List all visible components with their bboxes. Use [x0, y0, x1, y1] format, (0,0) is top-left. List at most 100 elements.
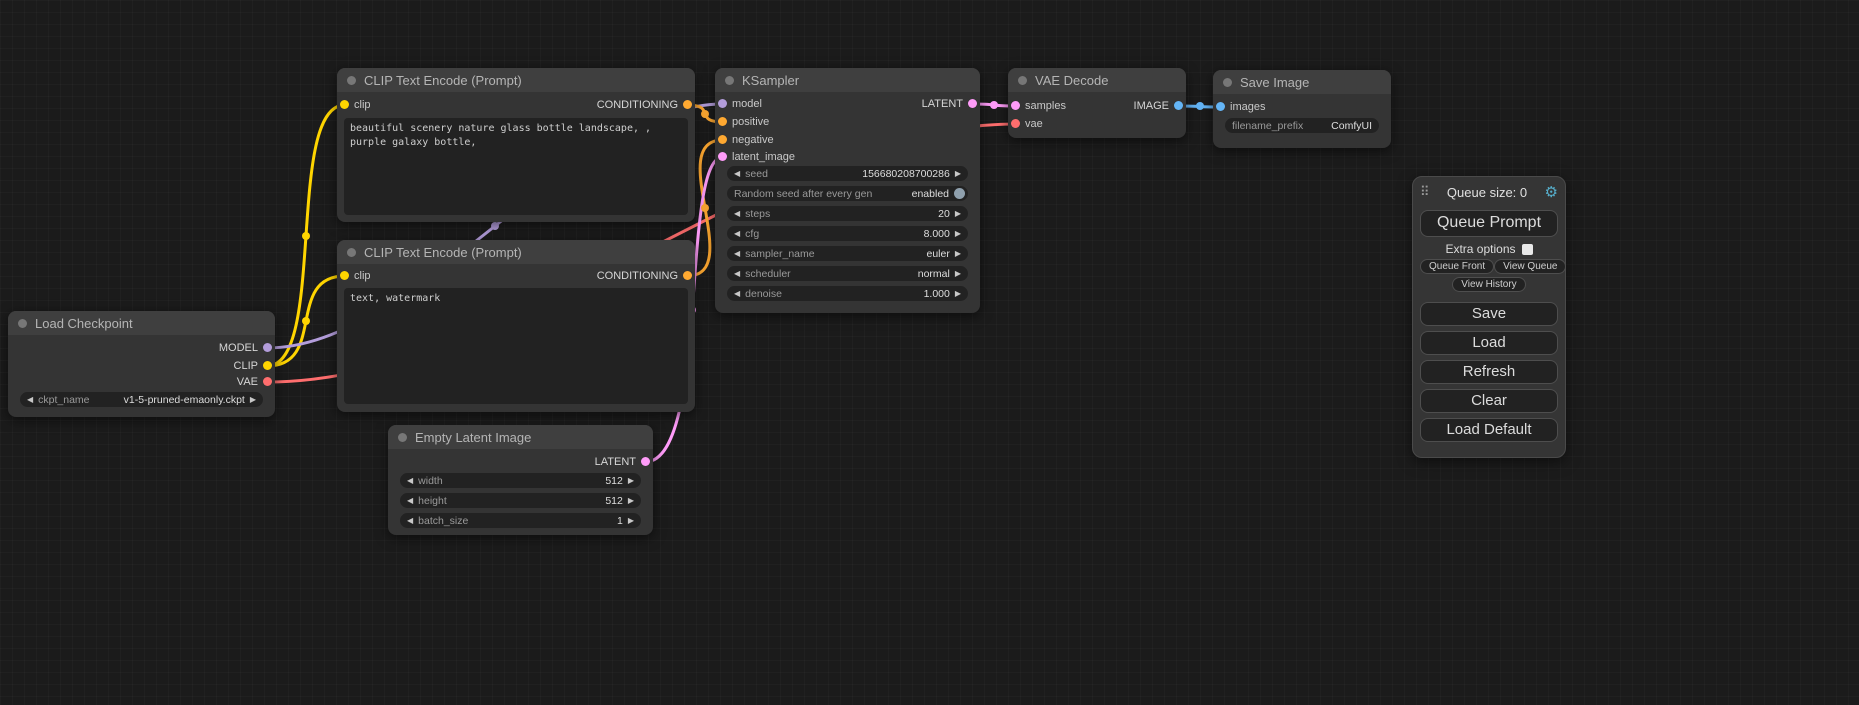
clip-input-port[interactable]	[340, 100, 349, 109]
seed-widget[interactable]: ◀ seed 156680208700286 ▶	[727, 166, 968, 181]
next-arrow-icon[interactable]: ▶	[955, 206, 961, 221]
workflow-buttons: Save Load Refresh Clear Load Default	[1420, 302, 1558, 442]
random-seed-toggle-widget[interactable]: Random seed after every gen enabled	[727, 186, 968, 201]
collapse-dot-icon[interactable]	[725, 76, 734, 85]
prev-arrow-icon[interactable]: ◀	[407, 513, 413, 528]
conditioning-output-port[interactable]	[683, 100, 692, 109]
image-output-port[interactable]	[1174, 101, 1183, 110]
clear-button[interactable]: Clear	[1420, 389, 1558, 413]
collapse-dot-icon[interactable]	[18, 319, 27, 328]
load-default-button[interactable]: Load Default	[1420, 418, 1558, 442]
next-arrow-icon[interactable]: ▶	[955, 166, 961, 181]
filename-prefix-widget[interactable]: filename_prefix ComfyUI	[1225, 118, 1379, 133]
node-save-image[interactable]: Save Image images filename_prefix ComfyU…	[1213, 70, 1391, 148]
latent-image-input-port[interactable]	[718, 152, 727, 161]
node-title-bar[interactable]: CLIP Text Encode (Prompt)	[337, 240, 695, 264]
widget-value: 1.000	[924, 288, 950, 300]
steps-widget[interactable]: ◀ steps 20 ▶	[727, 206, 968, 221]
positive-input-port[interactable]	[718, 117, 727, 126]
widget-value: normal	[918, 268, 950, 280]
next-arrow-icon[interactable]: ▶	[628, 473, 634, 488]
images-input-port[interactable]	[1216, 102, 1225, 111]
next-arrow-icon[interactable]: ▶	[955, 266, 961, 281]
prev-arrow-icon[interactable]: ◀	[734, 226, 740, 241]
queue-prompt-button[interactable]: Queue Prompt	[1420, 210, 1558, 237]
latent-output-port[interactable]	[968, 99, 977, 108]
view-queue-button[interactable]: View Queue	[1494, 259, 1566, 274]
output-label-model: MODEL	[219, 341, 258, 355]
cfg-widget[interactable]: ◀ cfg 8.000 ▶	[727, 226, 968, 241]
prev-arrow-icon[interactable]: ◀	[407, 493, 413, 508]
prev-arrow-icon[interactable]: ◀	[734, 266, 740, 281]
node-vae-decode[interactable]: VAE Decode samples vae IMAGE	[1008, 68, 1186, 138]
negative-input-port[interactable]	[718, 135, 727, 144]
widget-value: 8.000	[924, 228, 950, 240]
node-empty-latent-image[interactable]: Empty Latent Image LATENT ◀ width 512 ▶ …	[388, 425, 653, 535]
node-title-bar[interactable]: Empty Latent Image	[388, 425, 653, 449]
next-arrow-icon[interactable]: ▶	[628, 493, 634, 508]
extra-options-checkbox[interactable]	[1522, 244, 1533, 255]
toggle-knob-icon[interactable]	[954, 188, 965, 199]
input-label-negative: negative	[732, 133, 774, 147]
collapse-dot-icon[interactable]	[1018, 76, 1027, 85]
negative-prompt-textarea[interactable]: text, watermark	[344, 288, 688, 404]
prev-arrow-icon[interactable]: ◀	[734, 166, 740, 181]
conditioning-output-port[interactable]	[683, 271, 692, 280]
widget-label: cfg	[745, 228, 759, 240]
load-button[interactable]: Load	[1420, 331, 1558, 355]
node-title-bar[interactable]: Save Image	[1213, 70, 1391, 94]
node-load-checkpoint[interactable]: Load Checkpoint MODEL CLIP VAE ◀ ckpt_na…	[8, 311, 275, 417]
drag-handle-icon[interactable]: ⠿	[1420, 184, 1430, 200]
ckpt-name-widget[interactable]: ◀ ckpt_name v1-5-pruned-emaonly.ckpt ▶	[20, 392, 263, 407]
collapse-dot-icon[interactable]	[347, 248, 356, 257]
samples-input-port[interactable]	[1011, 101, 1020, 110]
positive-prompt-textarea[interactable]: beautiful scenery nature glass bottle la…	[344, 118, 688, 215]
node-graph-canvas[interactable]: Load Checkpoint MODEL CLIP VAE ◀ ckpt_na…	[0, 0, 1859, 705]
model-output-port[interactable]	[263, 343, 272, 352]
view-history-button[interactable]: View History	[1452, 277, 1525, 292]
collapse-dot-icon[interactable]	[347, 76, 356, 85]
vae-output-port[interactable]	[263, 377, 272, 386]
latent-output-port[interactable]	[641, 457, 650, 466]
next-arrow-icon[interactable]: ▶	[955, 226, 961, 241]
scheduler-widget[interactable]: ◀ scheduler normal ▶	[727, 266, 968, 281]
input-label-positive: positive	[732, 115, 769, 129]
collapse-dot-icon[interactable]	[1223, 78, 1232, 87]
extra-options-row: Extra options	[1420, 242, 1558, 256]
collapse-dot-icon[interactable]	[398, 433, 407, 442]
settings-gear-icon[interactable]: ⚙	[1545, 183, 1558, 201]
model-input-port[interactable]	[718, 99, 727, 108]
wire-midpoint-dot	[990, 101, 998, 109]
node-title-bar[interactable]: KSampler	[715, 68, 980, 92]
next-arrow-icon[interactable]: ▶	[955, 246, 961, 261]
batch-size-widget[interactable]: ◀ batch_size 1 ▶	[400, 513, 641, 528]
prev-arrow-icon[interactable]: ◀	[27, 392, 33, 407]
height-widget[interactable]: ◀ height 512 ▶	[400, 493, 641, 508]
next-arrow-icon[interactable]: ▶	[250, 392, 256, 407]
next-arrow-icon[interactable]: ▶	[955, 286, 961, 301]
refresh-button[interactable]: Refresh	[1420, 360, 1558, 384]
widget-value: 156680208700286	[862, 168, 950, 180]
node-clip-text-encode-negative[interactable]: CLIP Text Encode (Prompt) clip CONDITION…	[337, 240, 695, 412]
vae-input-port[interactable]	[1011, 119, 1020, 128]
node-title-bar[interactable]: CLIP Text Encode (Prompt)	[337, 68, 695, 92]
clip-input-port[interactable]	[340, 271, 349, 280]
prev-arrow-icon[interactable]: ◀	[734, 206, 740, 221]
width-widget[interactable]: ◀ width 512 ▶	[400, 473, 641, 488]
output-label-conditioning: CONDITIONING	[597, 98, 678, 112]
node-clip-text-encode-positive[interactable]: CLIP Text Encode (Prompt) clip CONDITION…	[337, 68, 695, 222]
wire-midpoint-dot	[302, 232, 310, 240]
prev-arrow-icon[interactable]: ◀	[734, 246, 740, 261]
widget-label: steps	[745, 208, 770, 220]
node-title-bar[interactable]: VAE Decode	[1008, 68, 1186, 92]
clip-output-port[interactable]	[263, 361, 272, 370]
queue-front-button[interactable]: Queue Front	[1420, 259, 1494, 274]
next-arrow-icon[interactable]: ▶	[628, 513, 634, 528]
node-ksampler[interactable]: KSampler model positive negative latent_…	[715, 68, 980, 313]
denoise-widget[interactable]: ◀ denoise 1.000 ▶	[727, 286, 968, 301]
prev-arrow-icon[interactable]: ◀	[734, 286, 740, 301]
node-title-bar[interactable]: Load Checkpoint	[8, 311, 275, 335]
prev-arrow-icon[interactable]: ◀	[407, 473, 413, 488]
save-button[interactable]: Save	[1420, 302, 1558, 326]
sampler-name-widget[interactable]: ◀ sampler_name euler ▶	[727, 246, 968, 261]
